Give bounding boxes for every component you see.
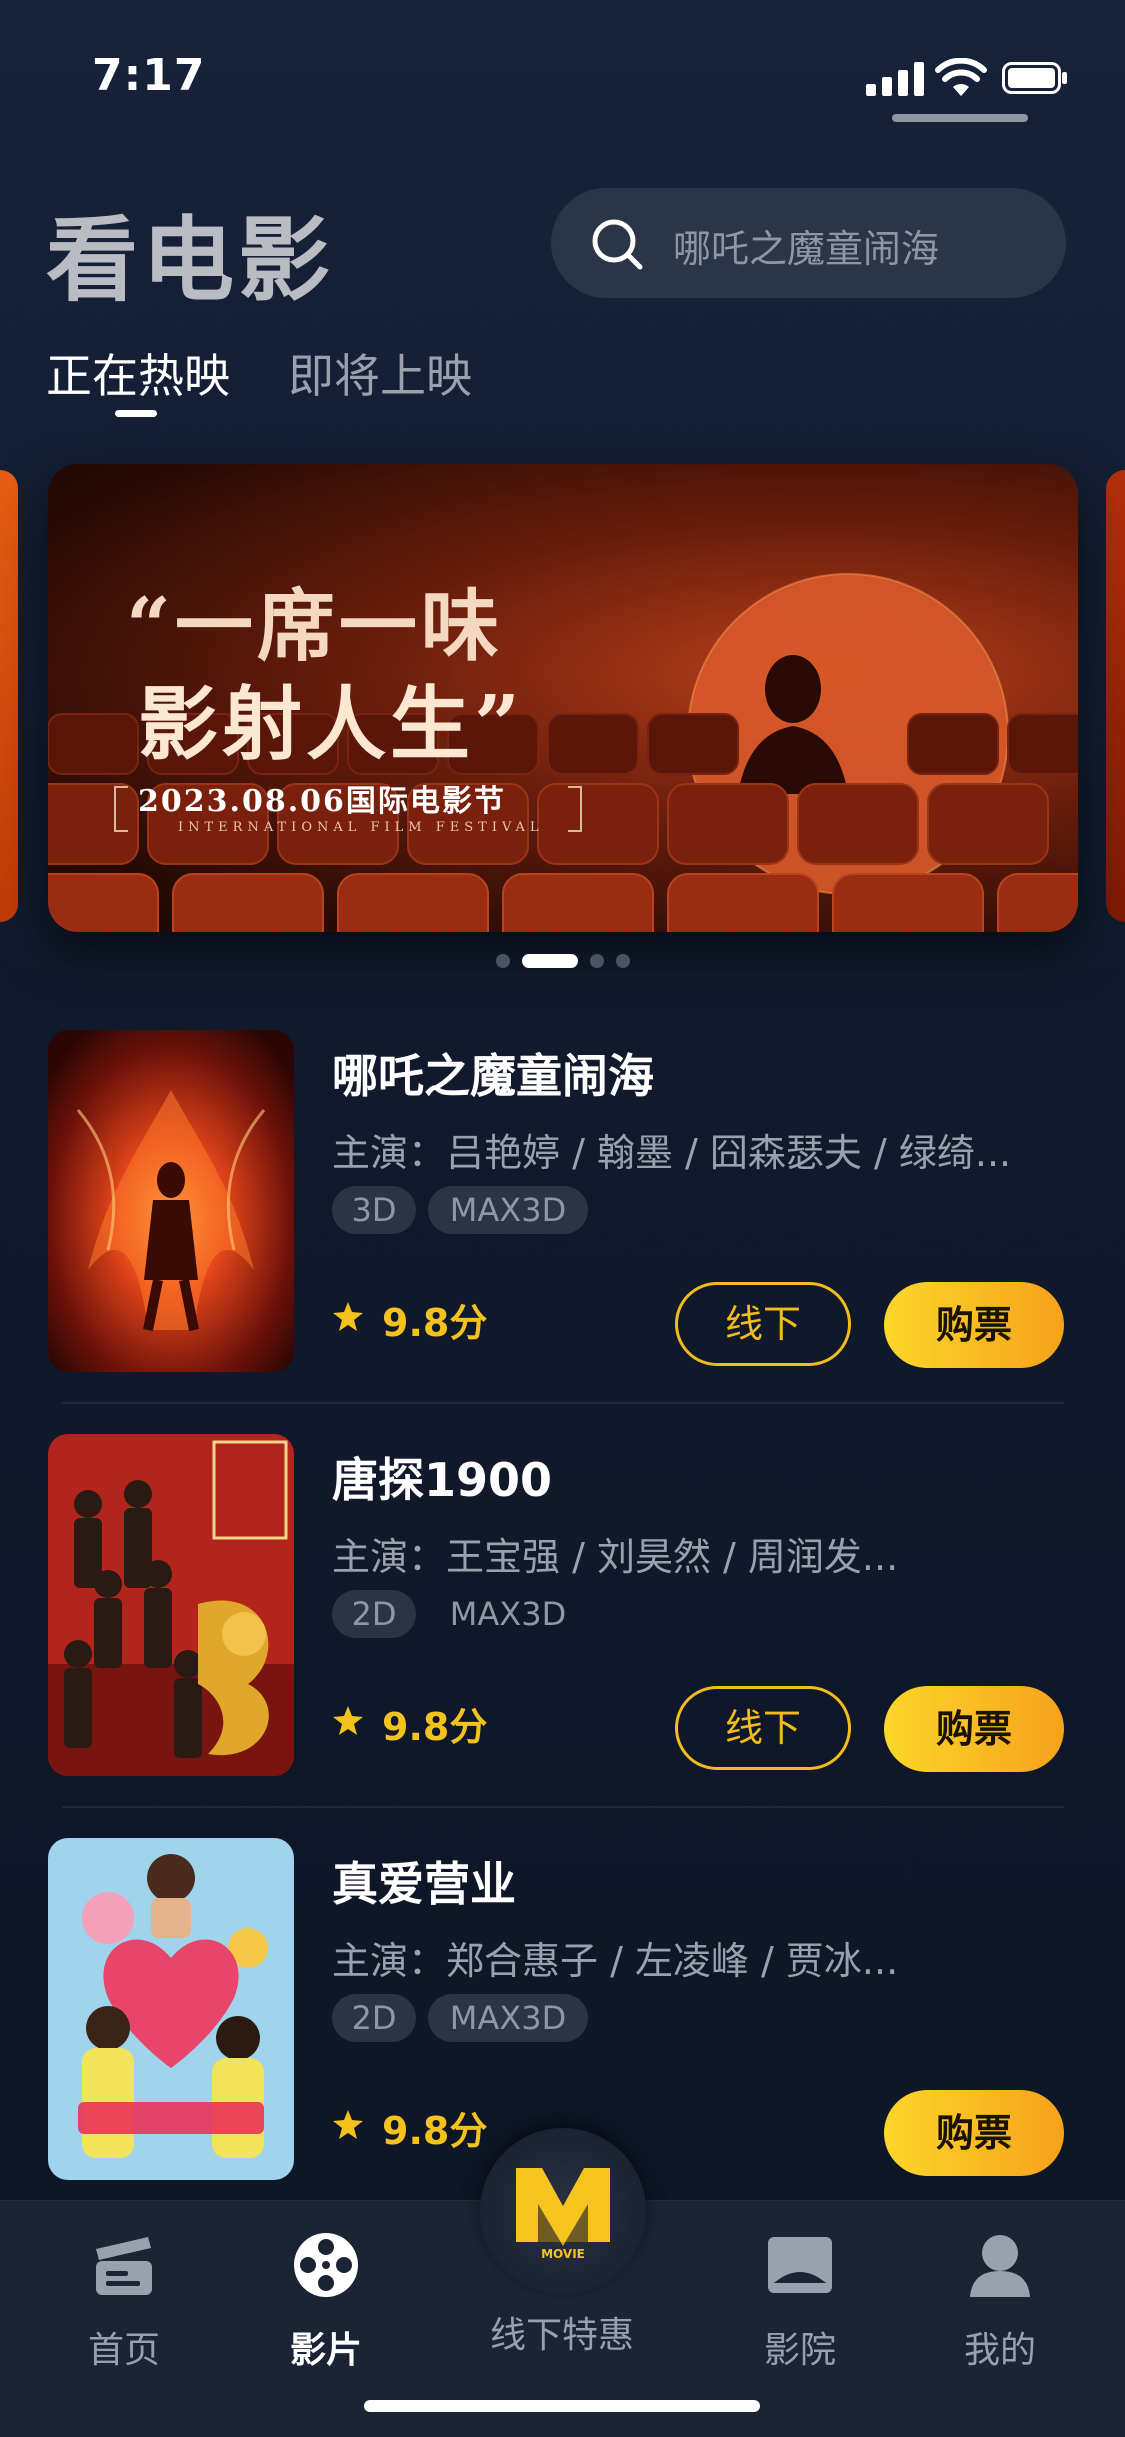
rating-value: 9.8分 <box>382 2109 488 2153</box>
star-icon <box>333 1302 363 1331</box>
center-movie-logo-button[interactable]: MOVIE <box>480 2128 646 2294</box>
cellular-signal-icon <box>866 62 924 96</box>
rating-value: 9.8分 <box>382 1301 488 1345</box>
format-tag: MAX3D <box>449 1595 567 1633</box>
format-tag: MAX3D <box>428 1186 588 1234</box>
cinema-screen-icon <box>768 2237 832 2293</box>
clapperboard-icon <box>96 2237 152 2295</box>
buy-ticket-button[interactable]: 购票 <box>884 2090 1064 2176</box>
movie-poster[interactable] <box>48 1434 294 1776</box>
movie-item[interactable]: 唐探1900 主演：王宝强 / 刘昊然 / 周润发... 2D MAX3D 9.… <box>0 1434 1125 1834</box>
movie-title[interactable]: 哪吒之魔童闹海 <box>332 1040 654 1106</box>
user-icon <box>970 2235 1030 2297</box>
rating-value: 9.8分 <box>382 1705 488 1749</box>
movie-title[interactable]: 真爱营业 <box>332 1848 516 1914</box>
tab-active-indicator <box>115 410 157 417</box>
search-placeholder: 哪吒之魔童闹海 <box>673 227 940 271</box>
banner-subtitle: INTERNATIONAL FILM FESTIVAL <box>178 820 544 835</box>
format-tag: MAX3D <box>428 1994 588 2042</box>
star-icon <box>333 2110 363 2139</box>
battery-icon <box>1002 62 1067 94</box>
tabbar-label-offline-deals[interactable]: 线下特惠 <box>462 2306 662 2358</box>
tabbar-item-profile[interactable]: 我的 <box>920 2221 1080 2381</box>
home-indicator <box>364 2400 760 2412</box>
tabbar-label: 影片 <box>289 2330 362 2371</box>
movie-poster[interactable] <box>48 1838 294 2180</box>
status-bar: 7:17 <box>0 0 1125 140</box>
search-icon <box>592 219 643 270</box>
offline-button[interactable]: 线下 <box>675 1686 851 1770</box>
tabbar-item-cinema[interactable]: 影院 <box>720 2221 880 2381</box>
banner-next-card[interactable] <box>1106 470 1125 922</box>
banner-bracket-left <box>114 786 128 832</box>
star-icon <box>333 1706 363 1735</box>
screen-indicator <box>892 114 1028 122</box>
movie-cast: 主演：郑合惠子 / 左凌峰 / 贾冰... <box>332 1939 899 1983</box>
pager-dot[interactable] <box>496 954 510 968</box>
list-divider <box>62 1806 1064 1808</box>
tabbar-label: 影院 <box>763 2330 836 2371</box>
search-input[interactable]: 哪吒之魔童闹海 <box>551 188 1066 298</box>
tabbar-item-movies[interactable]: 影片 <box>246 2221 406 2381</box>
status-time: 7:17 <box>92 50 206 101</box>
movie-logo-icon: MOVIE <box>516 2168 610 2261</box>
film-reel-icon <box>294 2233 358 2297</box>
tabbar-label: 我的 <box>963 2330 1036 2371</box>
movie-cast: 主演：吕艳婷 / 翰墨 / 囧森瑟夫 / 绿绮... <box>332 1131 1012 1175</box>
movie-cast: 主演：王宝强 / 刘昊然 / 周润发... <box>332 1535 899 1579</box>
pager-dot[interactable] <box>616 954 630 968</box>
tabbar-label: 首页 <box>87 2330 160 2371</box>
banner-bracket-right <box>568 786 582 832</box>
movie-title[interactable]: 唐探1900 <box>332 1444 552 1510</box>
tabbar-item-home[interactable]: 首页 <box>44 2221 204 2381</box>
pager-dot-active[interactable] <box>522 954 578 968</box>
page-title: 看电影 <box>46 207 335 314</box>
tab-coming-soon[interactable]: 即将上映 <box>288 340 472 406</box>
tab-now-showing[interactable]: 正在热映 <box>46 340 230 406</box>
banner-card[interactable]: “一席一味 影射人生” 2023.08.06国际电影节 INTERNATIONA… <box>48 464 1078 932</box>
format-tag: 3D <box>332 1186 416 1234</box>
buy-ticket-button[interactable]: 购票 <box>884 1282 1064 1368</box>
movie-poster[interactable] <box>48 1030 294 1372</box>
format-tag: 2D <box>332 1994 416 2042</box>
movie-item[interactable]: 哪吒之魔童闹海 主演：吕艳婷 / 翰墨 / 囧森瑟夫 / 绿绮... 3D MA… <box>0 1030 1125 1430</box>
banner-date: 2023.08.06国际电影节 <box>138 784 506 819</box>
banner-prev-card[interactable] <box>0 470 18 922</box>
wifi-icon <box>935 58 987 96</box>
logo-text: MOVIE <box>541 2247 585 2261</box>
list-divider <box>62 1402 1064 1404</box>
offline-button[interactable]: 线下 <box>675 1282 851 1366</box>
banner-headline-2: 影射人生” <box>138 677 525 771</box>
pager-dot[interactable] <box>590 954 604 968</box>
buy-ticket-button[interactable]: 购票 <box>884 1686 1064 1772</box>
format-tag: 2D <box>332 1590 416 1638</box>
